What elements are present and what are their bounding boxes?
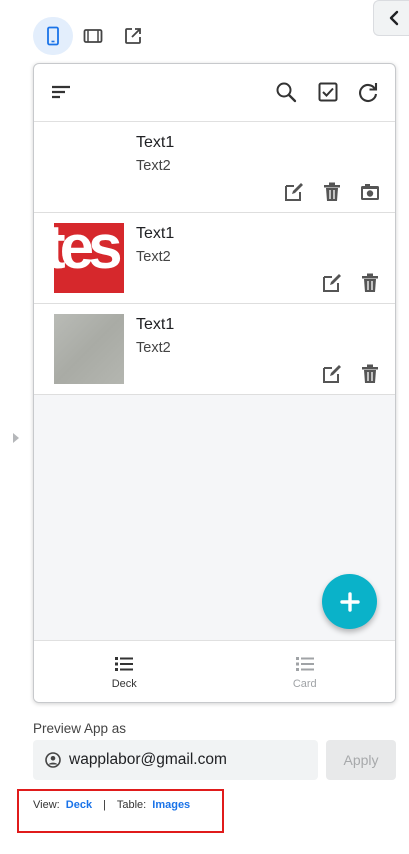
app-preview: Text1 Text2 tes Text1 Text2 Text1 Text [33, 63, 396, 703]
list-icon [115, 657, 134, 671]
row-thumbnail [54, 314, 124, 384]
deck-list: Text1 Text2 tes Text1 Text2 Text1 Text [34, 122, 395, 642]
tablet-icon [83, 29, 103, 43]
row-subtitle: Text2 [136, 158, 171, 174]
account-circle-icon [45, 752, 61, 768]
edit-icon[interactable] [319, 272, 345, 294]
mobile-view-button[interactable] [33, 17, 73, 55]
preview-as-label: Preview App as [33, 721, 127, 736]
list-item[interactable]: tes Text1 Text2 [34, 213, 395, 304]
row-title: Text1 [136, 316, 175, 333]
open-external-button[interactable] [113, 17, 153, 55]
table-label: Table: [116, 799, 147, 811]
tab-deck[interactable]: Deck [34, 641, 215, 702]
refresh-icon[interactable] [357, 81, 379, 108]
add-button[interactable] [322, 574, 377, 629]
delete-icon[interactable] [357, 363, 383, 385]
bottom-nav: Deck Card [34, 640, 395, 702]
view-label: View: [33, 799, 60, 811]
app-bar [34, 64, 395, 122]
device-toggle [33, 17, 153, 55]
apply-button[interactable]: Apply [326, 740, 396, 780]
external-link-icon [125, 28, 141, 44]
list-item[interactable]: Text1 Text2 [34, 122, 395, 213]
row-thumbnail: tes [54, 223, 124, 293]
list-icon [295, 657, 314, 671]
tab-deck-label: Deck [111, 678, 137, 690]
chevron-left-icon [389, 10, 398, 26]
row-subtitle: Text2 [136, 249, 171, 265]
row-title: Text1 [136, 134, 175, 151]
camera-icon[interactable] [357, 181, 383, 203]
tab-card[interactable]: Card [215, 641, 396, 702]
separator: | [103, 799, 106, 811]
edit-icon[interactable] [281, 181, 307, 203]
thumbnail-text: tes [54, 223, 123, 282]
row-subtitle: Text2 [136, 340, 171, 356]
list-item[interactable]: Text1 Text2 [34, 304, 395, 395]
collapse-panel-button[interactable] [373, 0, 409, 36]
mobile-icon [47, 26, 59, 46]
search-icon[interactable] [275, 81, 297, 108]
checkbox-icon[interactable] [317, 81, 339, 108]
delete-icon[interactable] [357, 272, 383, 294]
table-link[interactable]: Images [152, 799, 190, 811]
view-table-info: View: Deck | Table: Images [17, 789, 224, 833]
view-link[interactable]: Deck [66, 799, 92, 811]
delete-icon[interactable] [319, 181, 345, 203]
tablet-view-button[interactable] [73, 17, 113, 55]
row-title: Text1 [136, 225, 175, 242]
expand-arrow-icon[interactable] [11, 431, 21, 450]
plus-icon [339, 591, 360, 612]
tab-card-label: Card [292, 678, 317, 690]
edit-icon[interactable] [319, 363, 345, 385]
preview-email: wapplabor@gmail.com [69, 751, 227, 768]
preview-account-field[interactable]: wapplabor@gmail.com [33, 740, 318, 780]
sort-icon[interactable] [50, 81, 72, 108]
